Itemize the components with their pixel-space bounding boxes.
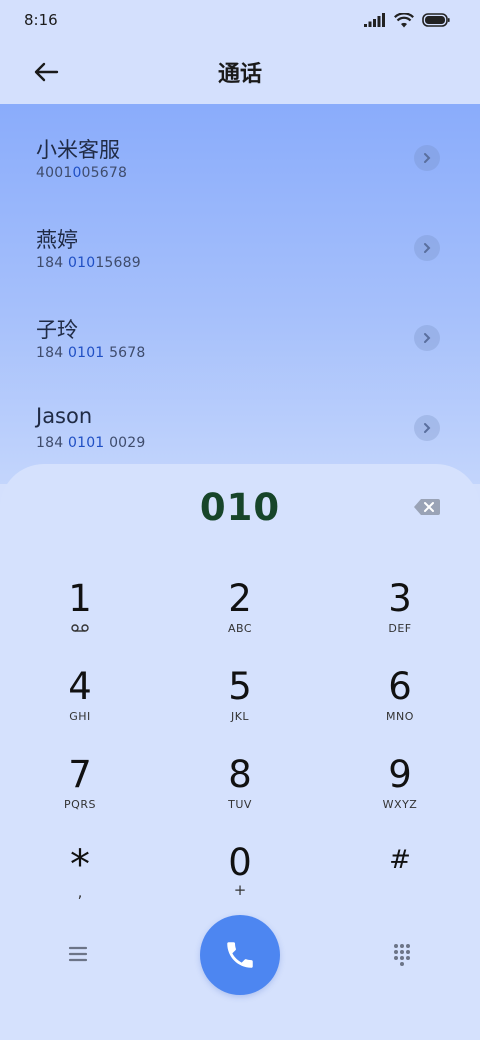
contact-item[interactable]: 燕婷 184 01015689 — [0, 194, 480, 284]
contact-number: 4001005678 — [36, 165, 128, 181]
key-7[interactable]: 7 PQRS — [15, 754, 145, 832]
contact-name: 燕婷 — [36, 228, 78, 252]
contact-details-button[interactable] — [414, 145, 440, 171]
voicemail-icon — [71, 624, 89, 632]
contact-name: 子玲 — [36, 318, 78, 342]
chevron-right-icon — [424, 423, 431, 433]
menu-icon — [68, 946, 88, 962]
key-9[interactable]: 9 WXYZ — [335, 754, 465, 832]
header: 通话 — [0, 40, 480, 104]
phone-icon — [227, 942, 253, 968]
battery-icon — [422, 13, 450, 27]
contact-number: 184 01015689 — [36, 255, 141, 271]
key-1[interactable]: 1 — [15, 578, 145, 656]
contact-suggestion-list: 小米客服 4001005678 燕婷 184 01015689 子玲 184 0… — [0, 104, 480, 484]
status-time: 8:16 — [24, 11, 58, 29]
page-title: 通话 — [217, 62, 262, 87]
key-3[interactable]: 3 DEF — [335, 578, 465, 656]
key-8[interactable]: 8 TUV — [175, 754, 305, 832]
call-button[interactable] — [200, 915, 280, 995]
dialpad-icon — [394, 944, 410, 966]
contact-item[interactable]: 子玲 184 0101 5678 — [0, 284, 480, 374]
signal-icon — [364, 13, 385, 27]
key-hash[interactable]: # — [335, 842, 465, 920]
chevron-right-icon — [424, 243, 431, 253]
contact-item[interactable]: 小米客服 4001005678 — [0, 104, 480, 194]
dialpad: 010 1 2 ABC 3 DEF 4 GHI 5 JKL 6 MNO 7 PQ… — [0, 464, 480, 1040]
chevron-right-icon — [424, 333, 431, 343]
contact-number: 184 0101 0029 — [36, 435, 146, 451]
key-0[interactable]: 0 + — [175, 842, 305, 920]
contact-name: Jason — [36, 404, 93, 428]
key-6[interactable]: 6 MNO — [335, 666, 465, 744]
contact-item[interactable]: Jason 184 0101 0029 — [0, 374, 480, 464]
contact-details-button[interactable] — [414, 325, 440, 351]
key-4[interactable]: 4 GHI — [15, 666, 145, 744]
menu-button[interactable] — [66, 942, 90, 966]
contact-details-button[interactable] — [414, 235, 440, 261]
contact-name: 小米客服 — [36, 138, 120, 162]
status-icons — [364, 11, 450, 29]
key-5[interactable]: 5 JKL — [175, 666, 305, 744]
contact-details-button[interactable] — [414, 415, 440, 441]
wifi-icon — [394, 12, 414, 27]
dialed-number: 010 — [199, 486, 281, 529]
backspace-icon — [414, 499, 440, 515]
contact-number: 184 0101 5678 — [36, 345, 146, 361]
dialpad-toggle-button[interactable] — [390, 942, 414, 966]
backspace-button[interactable] — [412, 496, 442, 518]
status-bar: 8:16 — [0, 0, 480, 40]
chevron-right-icon — [424, 153, 431, 163]
key-star[interactable]: * , — [15, 844, 145, 922]
key-2[interactable]: 2 ABC — [175, 578, 305, 656]
